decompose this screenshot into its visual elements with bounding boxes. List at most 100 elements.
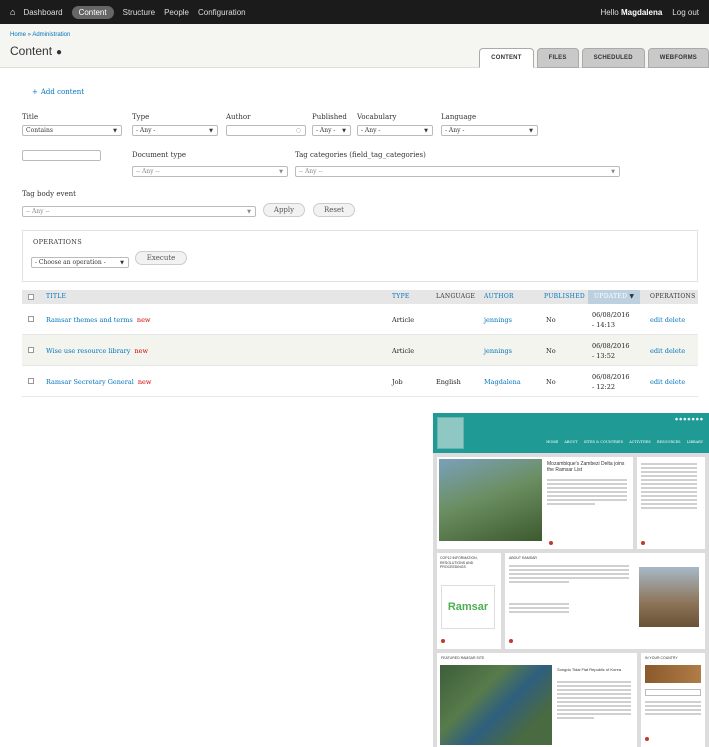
published-filter-label: Published — [312, 113, 347, 121]
edit-link[interactable]: edit — [650, 316, 663, 324]
delete-link[interactable]: delete — [665, 378, 685, 386]
row-title-cell: Ramsar themes and terms new — [46, 316, 151, 324]
delete-link[interactable]: delete — [665, 316, 685, 324]
operations-title: OPERATIONS — [33, 238, 83, 246]
published-select[interactable]: - Any - ▼ — [312, 125, 351, 136]
hero-title: Mozambique's Zambezi Delta joins the Ram… — [547, 461, 625, 473]
row-checkbox[interactable] — [28, 316, 34, 322]
site-header: ● ● ● ● ● ● ● HOME ABOUT SITES & COUNTRI… — [433, 413, 709, 453]
hero-panel: Mozambique's Zambezi Delta joins the Ram… — [437, 457, 633, 549]
document-type-select[interactable]: -- Any -- ▼ — [132, 166, 288, 177]
tag-categories-select[interactable]: -- Any -- ▼ — [295, 166, 620, 177]
about-title: ABOUT RAMSAR — [509, 556, 537, 560]
row-checkbox[interactable] — [28, 347, 34, 353]
country-text — [645, 701, 701, 717]
type-select[interactable]: - Any - ▼ — [132, 125, 218, 136]
title-filter-input[interactable] — [22, 150, 101, 161]
th-type[interactable]: TYPE — [392, 293, 410, 300]
user-name[interactable]: Magdalena — [621, 8, 662, 17]
row-operations: edit delete — [650, 316, 685, 324]
featured-title: FEATURED RAMSAR SITE — [441, 656, 485, 660]
shortcut-star-icon[interactable]: ● — [56, 47, 62, 58]
apply-button[interactable]: Apply — [263, 203, 305, 217]
th-updated[interactable]: UPDATED ▼ — [588, 290, 641, 304]
row-author-link[interactable]: Magdalena — [484, 378, 521, 386]
row-author-link[interactable]: jennings — [484, 347, 512, 355]
admin-toolbar: ⌂ Dashboard Content Structure People Con… — [0, 0, 709, 24]
new-marker: new — [137, 378, 152, 386]
row-title-cell: Ramsar Secretary General new — [46, 378, 151, 386]
vocabulary-select[interactable]: - Any - ▼ — [357, 125, 433, 136]
delete-link[interactable]: delete — [665, 347, 685, 355]
row-title-link[interactable]: Wise use resource library — [46, 347, 130, 355]
site-nav-sites: SITES & COUNTRIES — [583, 440, 624, 444]
content-table: TITLE TYPE LANGUAGE AUTHOR PUBLISHED UPD… — [22, 290, 698, 397]
ramsar-logo: Ramsar — [441, 585, 495, 629]
toolbar-dashboard[interactable]: Dashboard — [23, 8, 62, 17]
site-nav: HOME ABOUT SITES & COUNTRIES ACTIVITIES … — [541, 440, 703, 444]
th-published[interactable]: PUBLISHED — [544, 293, 585, 300]
row-title-link[interactable]: Ramsar themes and terms — [46, 316, 133, 324]
execute-button[interactable]: Execute — [135, 251, 187, 265]
learn-more-icon — [549, 541, 553, 545]
toolbar-people[interactable]: People — [164, 8, 189, 17]
table-row: Ramsar Secretary General new Job English … — [22, 366, 698, 397]
author-filter-label: Author — [226, 113, 251, 121]
type-filter-label: Type — [132, 113, 150, 121]
table-row: Wise use resource library new Article jen… — [22, 335, 698, 366]
hero-text — [547, 479, 627, 507]
add-content-link[interactable]: + Add content — [32, 88, 84, 96]
title-filter-label: Title — [22, 113, 39, 121]
news-panel — [637, 457, 705, 549]
country-image — [645, 665, 701, 683]
row-published: No — [546, 316, 556, 324]
row-checkbox[interactable] — [28, 378, 34, 384]
breadcrumb[interactable]: Home » Administration — [10, 32, 70, 38]
th-title[interactable]: TITLE — [46, 293, 66, 300]
tab-scheduled[interactable]: SCHEDULED — [581, 48, 645, 68]
logout-link[interactable]: Log out — [672, 8, 699, 17]
language-select[interactable]: - Any - ▼ — [441, 125, 538, 136]
toolbar-structure[interactable]: Structure — [123, 8, 155, 17]
row-title-link[interactable]: Ramsar Secretary General — [46, 378, 134, 386]
edit-link[interactable]: edit — [650, 347, 663, 355]
select-all-checkbox[interactable] — [28, 294, 34, 300]
autocomplete-icon: ○ — [295, 127, 301, 134]
country-title: IN YOUR COUNTRY — [645, 656, 678, 660]
tag-body-event-select[interactable]: -- Any -- ▼ — [22, 206, 256, 217]
tab-content[interactable]: CONTENT — [479, 48, 534, 68]
toolbar-content[interactable]: Content — [71, 5, 114, 19]
tab-webforms[interactable]: WEBFORMS — [647, 48, 709, 68]
home-icon[interactable]: ⌂ — [10, 7, 15, 17]
site-logo — [437, 417, 464, 449]
th-author[interactable]: AUTHOR — [484, 293, 514, 300]
cop-title: COP12 INFORMATION, RESOLUTIONS AND PROCE… — [440, 556, 478, 569]
author-input[interactable]: ○ — [226, 125, 306, 136]
website-preview: ● ● ● ● ● ● ● HOME ABOUT SITES & COUNTRI… — [433, 413, 709, 747]
th-operations: OPERATIONS — [650, 293, 696, 300]
title-operator-select[interactable]: Contains ▼ — [22, 125, 122, 136]
site-nav-home: HOME — [546, 440, 559, 444]
about-panel: ABOUT RAMSAR — [505, 553, 705, 649]
social-icons: ● ● ● ● ● ● ● — [674, 417, 703, 421]
chevron-down-icon: ▼ — [611, 168, 615, 175]
row-updated: 06/08/2016- 13:52 — [592, 342, 630, 360]
row-updated: 06/08/2016- 14:13 — [592, 311, 630, 329]
operations-fieldset: OPERATIONS - Choose an operation - ▼ Exec… — [22, 230, 698, 282]
tab-files[interactable]: FILES — [536, 48, 579, 68]
about-image — [639, 567, 699, 627]
featured-site-map — [440, 665, 552, 745]
news-more-icon — [641, 541, 645, 545]
row-author-link[interactable]: jennings — [484, 316, 512, 324]
featured-site-name: Songdo Tidal Flat Republic of Korea — [557, 667, 622, 672]
chevron-down-icon: ▼ — [209, 127, 213, 134]
toolbar-configuration[interactable]: Configuration — [198, 8, 246, 17]
reset-button[interactable]: Reset — [313, 203, 355, 217]
row-language: English — [436, 378, 461, 386]
about-stats — [509, 603, 569, 615]
operation-select[interactable]: - Choose an operation - ▼ — [31, 257, 129, 268]
row-title-cell: Wise use resource library new — [46, 347, 148, 355]
chevron-down-icon: ▼ — [113, 127, 117, 134]
chevron-down-icon: ▼ — [279, 168, 283, 175]
edit-link[interactable]: edit — [650, 378, 663, 386]
